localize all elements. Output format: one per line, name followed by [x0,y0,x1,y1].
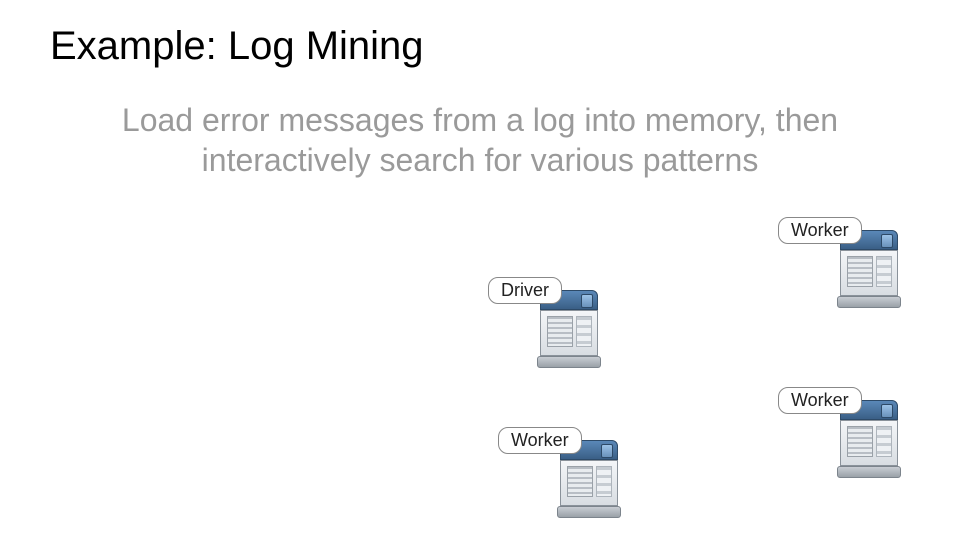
worker-node: Worker [840,230,898,308]
worker-node: Worker [560,440,618,518]
worker-label: Worker [498,427,582,454]
slide: Example: Log Mining Load error messages … [0,0,960,540]
driver-node: Driver [540,290,598,368]
worker-node: Worker [840,400,898,478]
worker-label: Worker [778,387,862,414]
slide-subtitle: Load error messages from a log into memo… [50,100,910,180]
worker-label: Worker [778,217,862,244]
slide-title: Example: Log Mining [50,24,424,69]
driver-label: Driver [488,277,562,304]
